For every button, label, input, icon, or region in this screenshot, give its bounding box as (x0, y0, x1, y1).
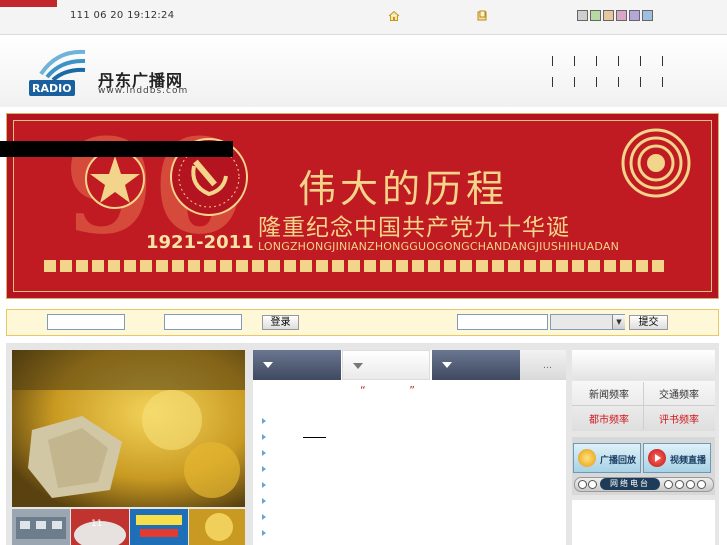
radio-control-icon[interactable] (578, 480, 587, 489)
skin-swatch[interactable] (590, 10, 601, 21)
bullet-icon (262, 514, 266, 520)
skin-swatch[interactable] (603, 10, 614, 21)
freq-news-link[interactable]: 新闻频率 (574, 386, 644, 401)
gallery-thumb[interactable] (130, 509, 188, 545)
star-emblem-icon (84, 148, 146, 210)
headline-quote[interactable]: “ ” (360, 384, 435, 397)
play-icon (648, 449, 666, 467)
radio-control-icon[interactable] (675, 480, 684, 489)
nav-separators-row-2 (552, 77, 663, 87)
radio-control-icon[interactable] (697, 480, 706, 489)
radio-control-icon[interactable] (664, 480, 673, 489)
gallery-thumb[interactable] (12, 509, 70, 545)
bullet-icon (262, 482, 266, 488)
triangle-down-icon (263, 362, 273, 368)
freq-story-link[interactable]: 评书频率 (644, 411, 714, 426)
date-time-display: 111 06 20 19:12:24 (70, 10, 175, 21)
skin-swatch[interactable] (642, 10, 653, 21)
skin-swatch[interactable] (629, 10, 640, 21)
bullet-icon (262, 466, 266, 472)
news-link-underline[interactable] (303, 437, 326, 438)
bullet-icon (262, 450, 266, 456)
skin-swatch[interactable] (616, 10, 627, 21)
more-icon[interactable]: … (543, 361, 552, 371)
triangle-down-icon (442, 362, 452, 368)
freq-city-link[interactable]: 都市频率 (574, 411, 644, 426)
banner-pinyin: LONGZHONGJINIANZHONGGUOGONGCHANDANGJIUSH… (258, 240, 620, 253)
radio-control-icon[interactable] (588, 480, 597, 489)
banner-emblem-row (44, 260, 664, 272)
skin-swatch[interactable] (577, 10, 588, 21)
password-input[interactable] (164, 314, 242, 330)
radio-control-icon[interactable] (686, 480, 695, 489)
bullet-icon (262, 498, 266, 504)
gallery-thumb[interactable]: 11 (71, 509, 129, 545)
radio-replay-label: 广播回放 (600, 456, 637, 466)
bullet-icon (262, 530, 266, 536)
top-accent-strip (0, 0, 57, 7)
nav-separators-row-1 (552, 56, 663, 66)
news-tab-2[interactable] (342, 350, 430, 380)
radio-panel-header (572, 350, 715, 380)
banner-subtitle: 隆重纪念中国共产党九十华诞 (258, 215, 570, 241)
banner-years: 1921-2011 (146, 232, 254, 253)
net-radio-label[interactable]: 网络电台 (600, 478, 660, 490)
chevron-down-icon[interactable]: ▼ (612, 315, 625, 329)
freq-traffic-link[interactable]: 交通频率 (644, 386, 714, 401)
username-input[interactable] (47, 314, 125, 330)
video-live-button[interactable]: 视频直播 (643, 443, 711, 473)
search-input[interactable] (457, 314, 548, 330)
redaction-bar (0, 141, 233, 157)
gallery-thumb[interactable] (189, 509, 245, 545)
headphone-icon (578, 449, 596, 467)
favorite-icon[interactable] (476, 10, 488, 22)
featured-photo[interactable] (12, 350, 245, 507)
thumb-text: 11 (91, 519, 102, 529)
radio-panel-bottom (572, 500, 715, 545)
bullet-icon (262, 418, 266, 424)
submit-button[interactable]: 提交 (629, 315, 668, 330)
logo-word: RADIO (32, 82, 72, 95)
login-button[interactable]: 登录 (262, 315, 299, 330)
home-icon[interactable] (388, 10, 400, 22)
skin-color-swatches (577, 10, 653, 21)
news-tab-1[interactable] (253, 350, 341, 380)
site-url: www.lnddbs.com (98, 86, 189, 96)
site-logo[interactable]: RADIO (27, 44, 91, 100)
banner-title: 伟大的历程 (298, 167, 509, 211)
video-live-label: 视频直播 (670, 456, 707, 466)
triangle-down-icon (353, 363, 363, 369)
radio-replay-button[interactable]: 广播回放 (573, 443, 641, 473)
spiral-emblem-icon (620, 127, 692, 199)
news-tab-3[interactable] (432, 350, 520, 380)
bullet-icon (262, 434, 266, 440)
